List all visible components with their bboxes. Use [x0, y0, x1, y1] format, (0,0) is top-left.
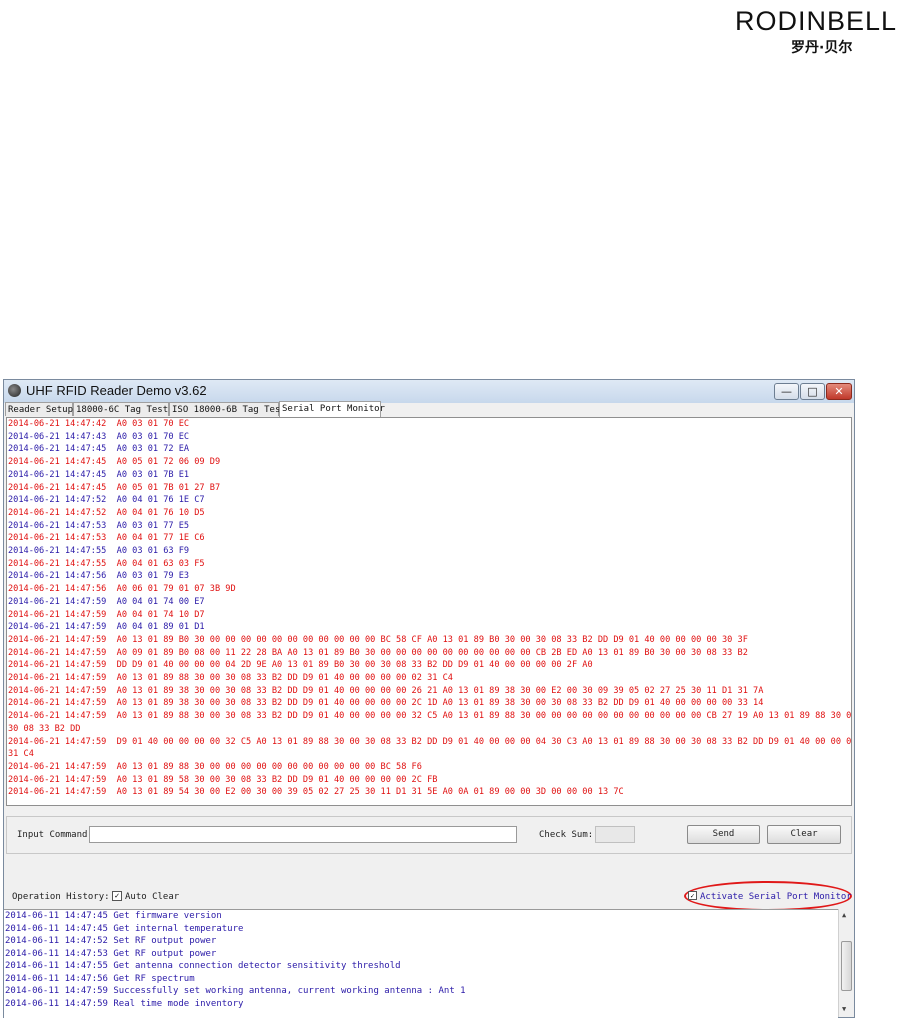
- history-line: 2014-06-11 14:47:45 Get internal tempera…: [5, 923, 244, 934]
- monitor-line: 2014-06-21 14:47:45 A0 05 01 72 06 09 D9: [8, 457, 221, 468]
- monitor-line: 2014-06-21 14:47:53 A0 04 01 77 1E C6: [8, 533, 205, 544]
- check-sum-field: [595, 826, 635, 843]
- rodinbell-logo: RODINBELL 罗丹·贝尔: [735, 6, 905, 58]
- operation-history-label: Operation History:: [12, 892, 110, 902]
- scroll-thumb[interactable]: [841, 941, 852, 991]
- monitor-line: 2014-06-21 14:47:59 A0 13 01 89 88 30 00…: [8, 673, 453, 684]
- operation-history-log[interactable]: 2014-06-11 14:47:45 Get firmware version…: [4, 909, 838, 1018]
- serial-monitor-log[interactable]: 2014-06-21 14:47:42 A0 03 01 70 EC 2014-0…: [6, 417, 852, 806]
- history-line: 2014-06-11 14:47:56 Get RF spectrum: [5, 973, 195, 984]
- history-line: 2014-06-11 14:47:59 Successfully set wor…: [5, 986, 466, 996]
- history-line: 2014-06-11 14:47:52 Set RF output power: [5, 936, 217, 946]
- history-toolbar: Operation History: ✓ Auto Clear ✓ Activa…: [4, 881, 854, 911]
- logo-wordmark: RODINBELL: [735, 6, 898, 36]
- send-button[interactable]: Send: [687, 825, 760, 844]
- monitor-line: 2014-06-21 14:47:52 A0 04 01 76 10 D5: [8, 507, 205, 518]
- activate-monitor-checkbox[interactable]: ✓: [688, 891, 697, 900]
- monitor-line: 30 08 33 B2 DD: [8, 723, 81, 734]
- monitor-line: 2014-06-21 14:47:59 A0 13 01 89 54 30 00…: [8, 787, 624, 798]
- monitor-line: 2014-06-21 14:47:52 A0 04 01 76 1E C7: [8, 495, 205, 506]
- monitor-line: 2014-06-21 14:47:56 A0 03 01 79 E3: [8, 571, 190, 582]
- auto-clear-label: Auto Clear: [125, 892, 180, 902]
- window-title: UHF RFID Reader Demo v3.62: [26, 383, 207, 398]
- checkmark-icon: ✓: [690, 892, 695, 900]
- command-bar: Input Command: Check Sum: Send Clear: [6, 816, 852, 854]
- app-icon: [8, 384, 21, 397]
- monitor-line: 2014-06-21 14:47:59 DD D9 01 40 00 00 00…: [8, 660, 593, 671]
- monitor-line: 2014-06-21 14:47:59 A0 09 01 89 B0 08 00…: [8, 647, 748, 658]
- scroll-up-icon[interactable]: ▲: [842, 911, 846, 919]
- history-line: 2014-06-11 14:47:59 Real time mode inven…: [5, 998, 244, 1009]
- monitor-line: 2014-06-21 14:47:45 A0 03 01 7B E1: [8, 469, 190, 480]
- monitor-line: 2014-06-21 14:47:45 A0 05 01 7B 01 27 B7: [8, 482, 221, 493]
- monitor-line: 2014-06-21 14:47:42 A0 03 01 70 EC: [8, 419, 190, 429]
- monitor-line: 2014-06-21 14:47:59 A0 13 01 89 58 30 00…: [8, 774, 438, 785]
- monitor-line: 2014-06-21 14:47:43 A0 03 01 70 EC: [8, 431, 190, 442]
- monitor-line: 2014-06-21 14:47:59 A0 04 01 74 10 D7: [8, 609, 205, 620]
- auto-clear-checkbox[interactable]: ✓: [112, 891, 122, 901]
- monitor-line: 2014-06-21 14:47:59 A0 13 01 89 B0 30 00…: [8, 634, 748, 645]
- monitor-line: 2014-06-21 14:47:55 A0 04 01 63 03 F5: [8, 558, 205, 569]
- monitor-line: 2014-06-21 14:47:55 A0 03 01 63 F9: [8, 546, 190, 557]
- monitor-line: 2014-06-21 14:47:53 A0 03 01 77 E5: [8, 520, 190, 531]
- monitor-line: 2014-06-21 14:47:59 A0 13 01 89 88 30 00…: [8, 711, 852, 722]
- monitor-line: 2014-06-21 14:47:59 A0 04 01 89 01 D1: [8, 622, 205, 633]
- tab-serial-port-monitor[interactable]: Serial Port Monitor: [279, 401, 385, 417]
- activate-monitor-label[interactable]: Activate Serial Port Monitor: [700, 892, 852, 902]
- checkmark-icon: ✓: [114, 891, 120, 900]
- monitor-line: 2014-06-21 14:47:59 A0 13 01 89 88 30 00…: [8, 761, 422, 772]
- monitor-line: 2014-06-21 14:47:59 D9 01 40 00 00 00 00…: [8, 736, 852, 747]
- monitor-line: 2014-06-21 14:47:56 A0 06 01 79 01 07 3B…: [8, 584, 236, 595]
- app-window: UHF RFID Reader Demo v3.62 — □ ✕ Reader …: [3, 379, 855, 1018]
- minimize-button[interactable]: —: [774, 383, 799, 400]
- history-line: 2014-06-11 14:47:55 Get antenna connecti…: [5, 961, 401, 971]
- scroll-down-icon[interactable]: ▼: [842, 1005, 846, 1013]
- monitor-line: 2014-06-21 14:47:45 A0 03 01 72 EA: [8, 444, 190, 455]
- input-command-label: Input Command:: [17, 830, 93, 840]
- maximize-button[interactable]: □: [800, 383, 825, 400]
- input-command-field[interactable]: [89, 826, 517, 843]
- tab-18000-6c-tag-test[interactable]: 18000-6C Tag Test: [73, 402, 169, 416]
- tab-reader-setup[interactable]: Reader Setup: [5, 402, 73, 416]
- history-scrollbar[interactable]: ▲ ▼: [838, 909, 854, 1017]
- history-line: 2014-06-11 14:47:53 Get RF output power: [5, 948, 217, 959]
- logo-chinese-text: 罗丹·贝尔: [791, 40, 853, 56]
- clear-button[interactable]: Clear: [767, 825, 841, 844]
- history-line: 2014-06-11 14:47:45 Get firmware version: [5, 911, 222, 921]
- close-button[interactable]: ✕: [826, 383, 852, 400]
- tab-iso-18000-6b-tag-test[interactable]: ISO 18000-6B Tag Test: [169, 402, 286, 416]
- monitor-line: 2014-06-21 14:47:59 A0 04 01 74 00 E7: [8, 596, 205, 607]
- monitor-line: 2014-06-21 14:47:59 A0 13 01 89 38 30 00…: [8, 685, 764, 696]
- monitor-line: 31 C4: [8, 749, 34, 760]
- title-bar[interactable]: UHF RFID Reader Demo v3.62 — □ ✕: [4, 380, 854, 403]
- monitor-line: 2014-06-21 14:47:59 A0 13 01 89 38 30 00…: [8, 698, 764, 709]
- check-sum-label: Check Sum:: [539, 830, 594, 840]
